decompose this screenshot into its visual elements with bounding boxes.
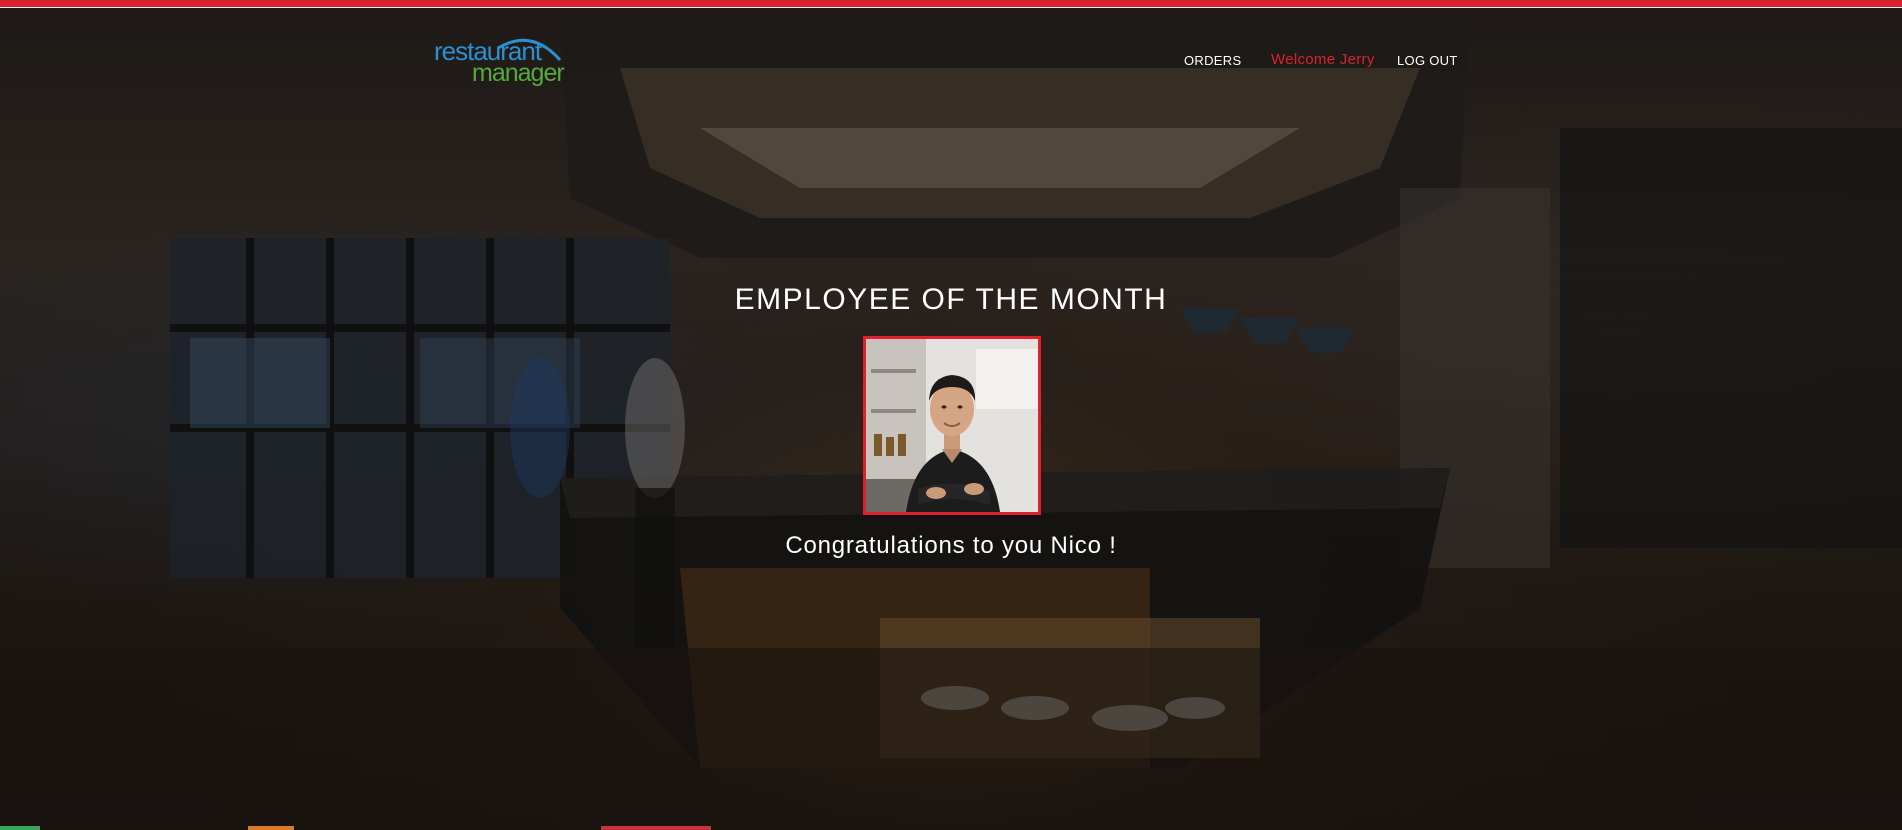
employee-photo: [863, 336, 1041, 515]
page-title: EMPLOYEE OF THE MONTH: [734, 283, 1168, 316]
restaurant-manager-logo[interactable]: restaurant manager: [434, 34, 565, 88]
nav-logout-link[interactable]: LOG OUT: [1397, 52, 1458, 70]
bottom-tab-green: [0, 826, 40, 830]
nav-orders-link[interactable]: ORDERS: [1184, 52, 1241, 70]
logo-text-manager: manager: [472, 59, 565, 87]
bottom-tab-orange: [248, 826, 294, 830]
page: restaurant manager ORDERS Welcome Jerry …: [0, 0, 1902, 830]
welcome-user-label: Welcome Jerry: [1271, 51, 1375, 68]
congratulations-message: Congratulations to you Nico !: [785, 532, 1117, 559]
bottom-tab-red: [601, 826, 711, 830]
employee-portrait-icon: [866, 339, 1038, 512]
top-accent-bar: [0, 0, 1902, 8]
